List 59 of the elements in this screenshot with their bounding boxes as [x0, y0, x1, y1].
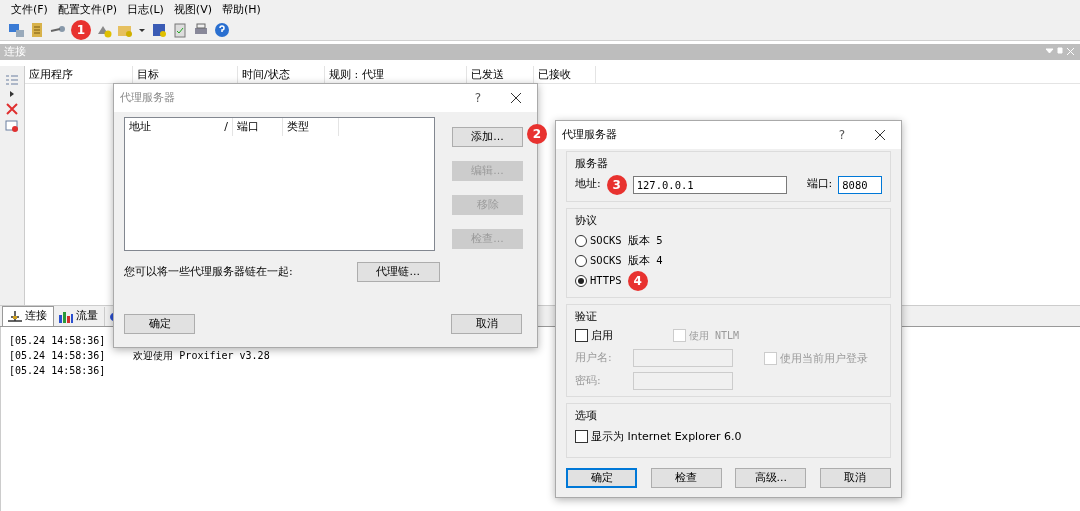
radio-option[interactable]: HTTPS: [575, 271, 622, 291]
address-field[interactable]: 127.0.0.1: [632, 175, 787, 194]
panel-title: 连接: [4, 43, 26, 60]
group-title: 验证: [575, 309, 598, 325]
clipboard-icon[interactable]: [172, 22, 188, 38]
log-time: [05.24 14:58:36]: [9, 334, 106, 348]
connection-icon: [7, 308, 23, 325]
field-label: 密码:: [575, 372, 602, 389]
checkbox[interactable]: 启用: [575, 327, 613, 344]
column-header[interactable]: 类型: [283, 118, 339, 136]
ok-button[interactable]: 确定: [124, 314, 195, 334]
radio-button[interactable]: [575, 275, 587, 287]
menu-item[interactable]: 帮助(H): [216, 1, 266, 19]
help-icon[interactable]: [214, 22, 230, 38]
field-label: 端口:: [806, 176, 833, 193]
dialog-title: 代理服务器: [562, 126, 617, 143]
menu-item[interactable]: 视图(V): [168, 1, 217, 19]
button[interactable]: 检查: [650, 468, 722, 488]
column-header[interactable]: 地址 /: [125, 118, 233, 136]
menu-item[interactable]: 日志(L): [122, 1, 169, 19]
proxy-list[interactable]: 地址 / 端口 类型: [124, 117, 435, 251]
menu-item[interactable]: 文件(F): [6, 1, 53, 19]
step-badge: 1: [71, 20, 91, 40]
username-field[interactable]: [633, 349, 733, 367]
computer-icon[interactable]: [8, 22, 24, 38]
button[interactable]: 取消: [819, 468, 891, 488]
help-button[interactable]: ?: [823, 126, 861, 144]
checkbox[interactable]: 显示为 Internet Explorer 6.0: [575, 428, 882, 445]
step-badge: 4: [627, 271, 648, 291]
arrow-icon[interactable]: [9, 90, 15, 98]
group-title: 服务器: [575, 156, 609, 172]
tab[interactable]: 连接: [2, 306, 54, 326]
field-label: 地址:: [575, 176, 601, 193]
log-time: [05.24 14:58:36]: [9, 349, 106, 363]
proxy-chain-button[interactable]: 代理链...: [356, 262, 440, 282]
dialog-title: 代理服务器: [120, 89, 175, 106]
radio-button[interactable]: [575, 235, 587, 247]
window-icon[interactable]: [5, 120, 19, 132]
menu-item[interactable]: 配置文件(P): [52, 1, 123, 19]
chain-text: 您可以将一些代理服务器链在一起:: [124, 263, 293, 280]
radio-option[interactable]: SOCKS 版本 5: [575, 231, 663, 251]
button[interactable]: 高级...: [735, 468, 807, 488]
port-field[interactable]: 8080: [838, 175, 882, 194]
button[interactable]: 添加...: [452, 127, 523, 147]
help-button[interactable]: ?: [459, 89, 497, 107]
field-label: 用户名:: [575, 349, 613, 366]
password-field[interactable]: [633, 372, 733, 390]
tab[interactable]: 流量: [54, 307, 105, 326]
log-time: [05.24 14:58:36]: [9, 364, 106, 378]
group-title: 协议: [575, 212, 598, 229]
group-title: 选项: [575, 408, 598, 424]
column-header[interactable]: 端口: [233, 118, 283, 136]
button[interactable]: 确定: [566, 468, 637, 488]
document-icon[interactable]: [29, 22, 45, 38]
radio-option[interactable]: SOCKS 版本 4: [575, 251, 663, 271]
cancel-button[interactable]: 取消: [451, 314, 522, 334]
radio-button[interactable]: [575, 255, 587, 267]
log-message: 欢迎使用 Proxifier v3.28: [133, 349, 270, 363]
step-badge: 3: [606, 174, 627, 195]
